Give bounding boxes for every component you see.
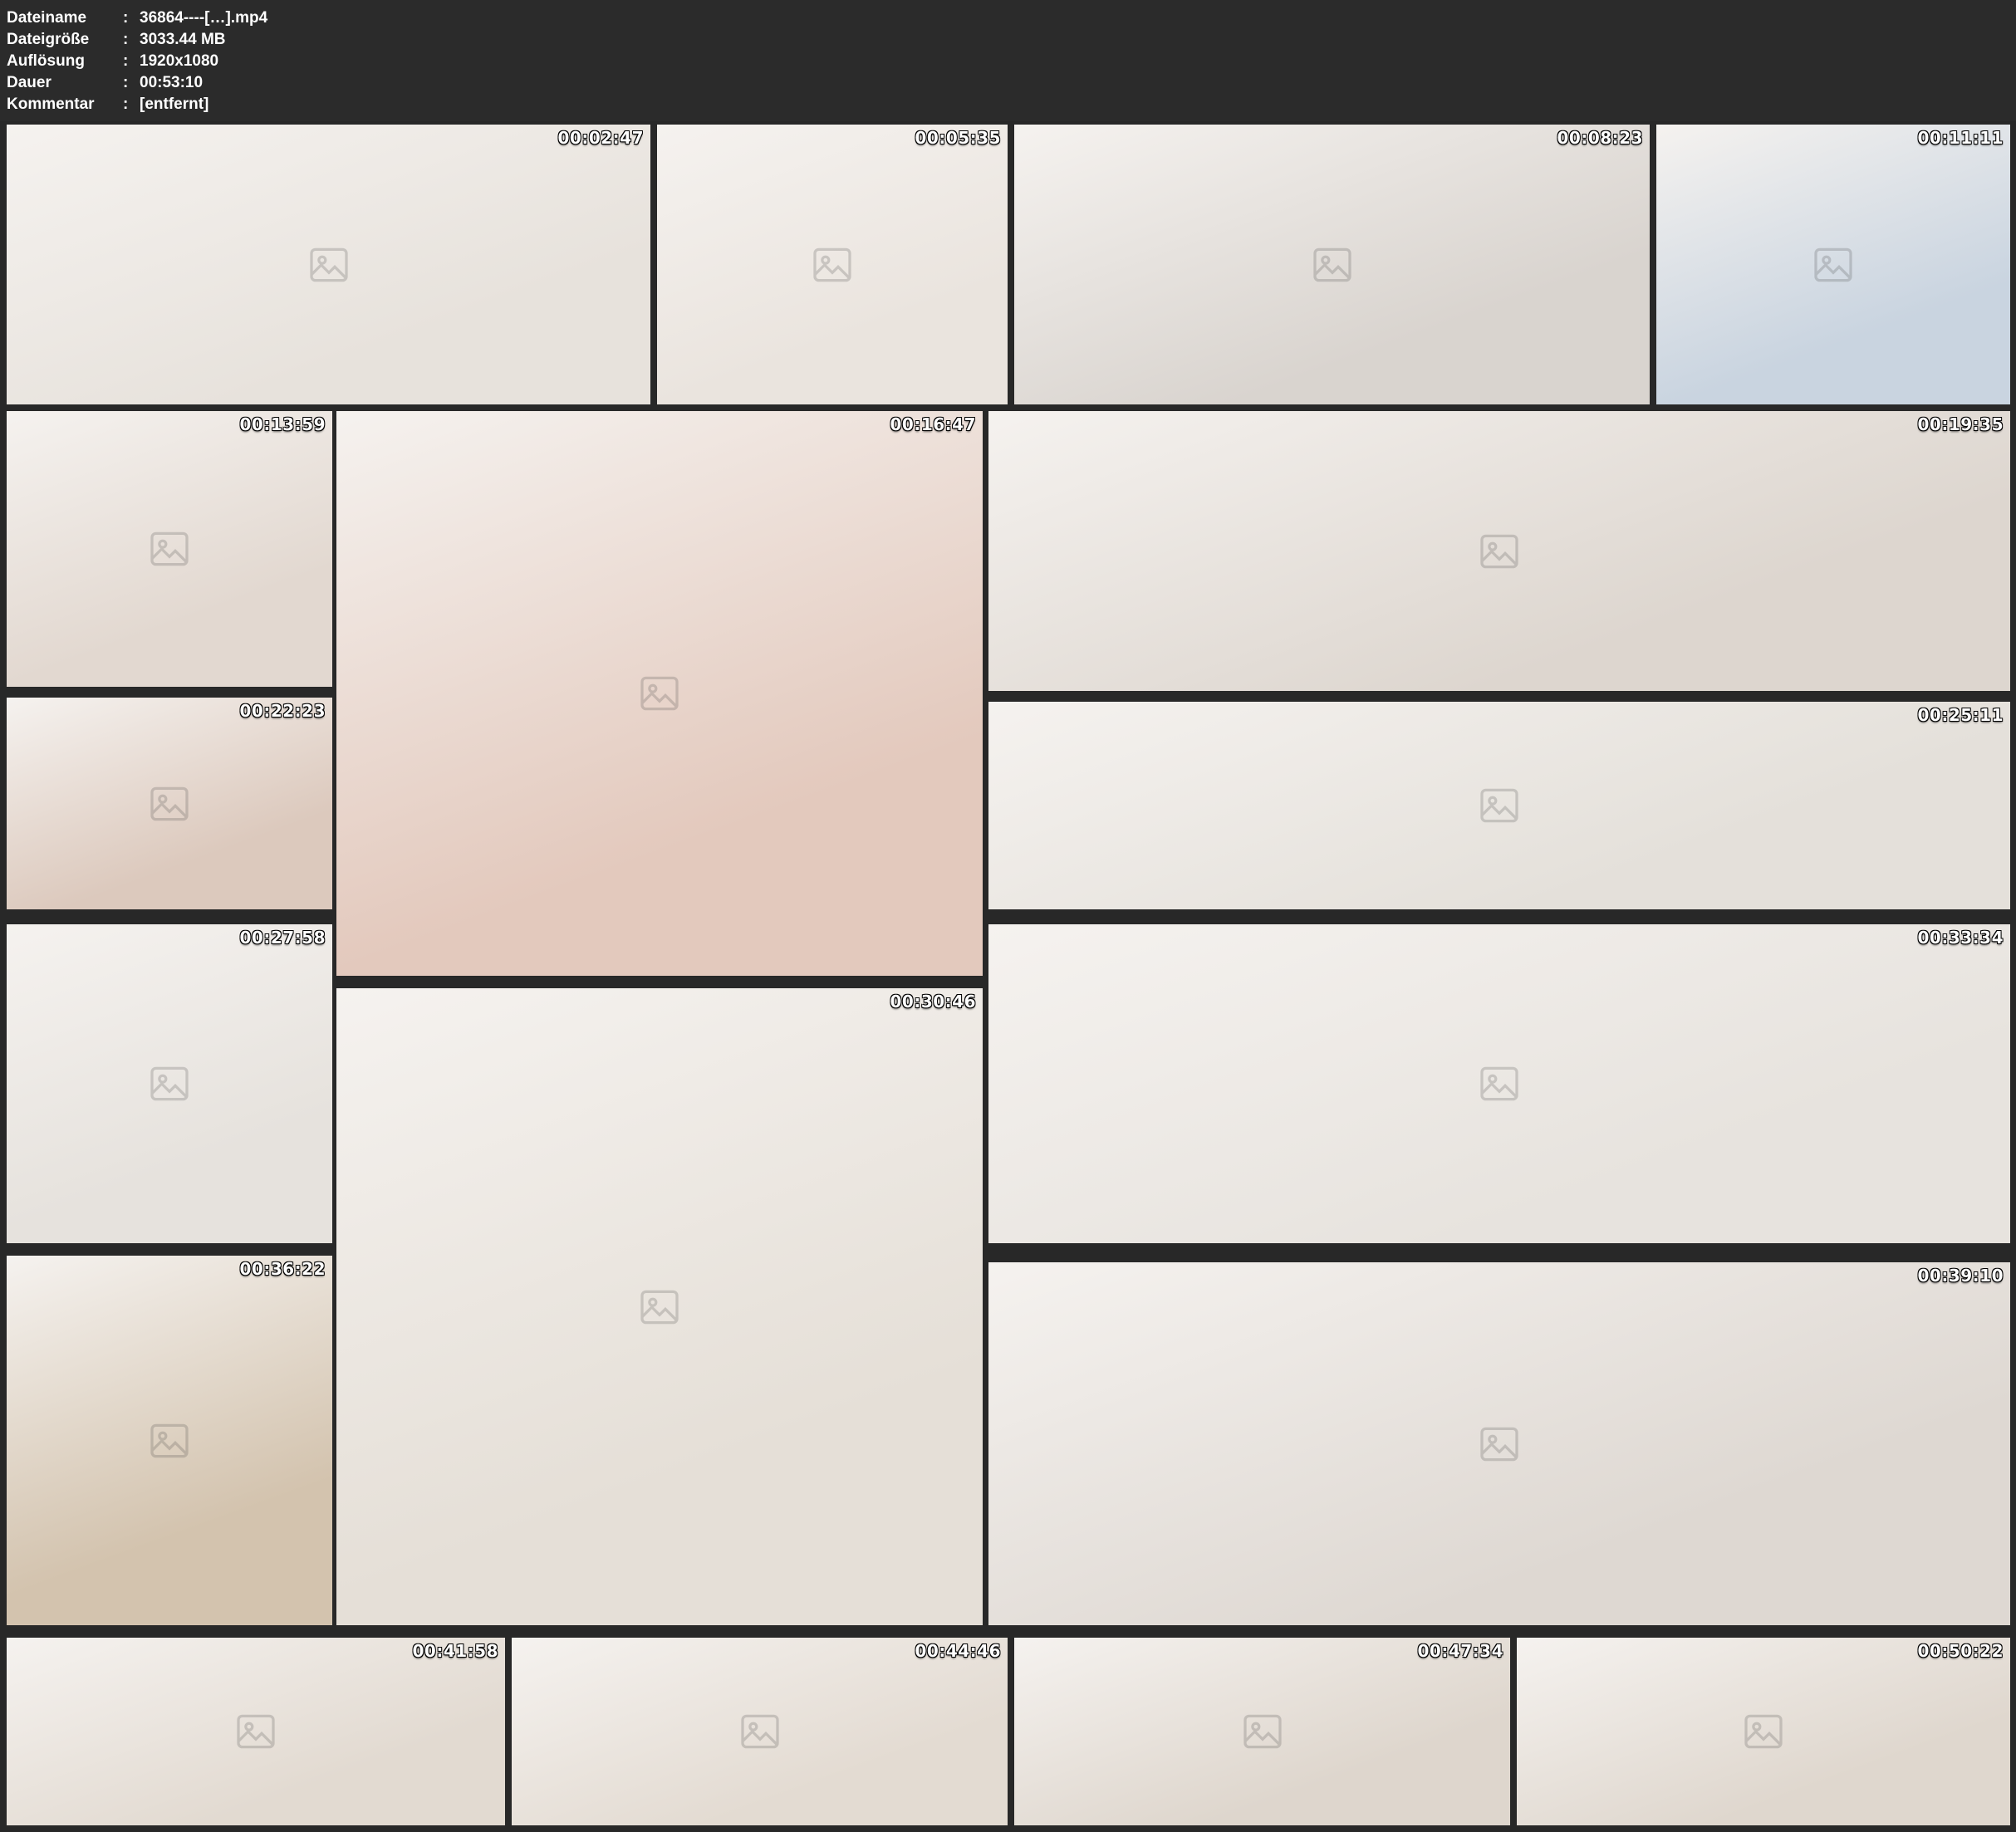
video-thumbnail: 00:30:46 — [336, 988, 983, 1625]
video-thumbnail: 00:02:47 — [7, 125, 650, 404]
image-placeholder-icon — [1517, 1638, 2010, 1825]
video-thumbnail: 00:33:34 — [988, 924, 2010, 1243]
image-placeholder-icon — [7, 1256, 332, 1625]
thumbnail-grid: 00:02:47 00:05:35 00:08:23 00:11:11 00:13:59… — [0, 0, 2016, 1832]
image-placeholder-icon — [7, 1638, 505, 1825]
image-placeholder-icon — [512, 1638, 1008, 1825]
image-placeholder-icon — [1014, 125, 1650, 404]
video-thumbnail: 00:19:35 — [988, 411, 2010, 691]
video-thumbnail: 00:36:22 — [7, 1256, 332, 1625]
video-thumbnail: 00:39:10 — [988, 1262, 2010, 1625]
timestamp-overlay: 00:44:46 — [915, 1641, 1002, 1661]
timestamp-overlay: 00:11:11 — [1918, 128, 2004, 148]
timestamp-overlay: 00:22:23 — [240, 701, 326, 721]
image-placeholder-icon — [336, 988, 983, 1625]
image-placeholder-icon — [7, 125, 650, 404]
timestamp-overlay: 00:13:59 — [240, 414, 326, 434]
image-placeholder-icon — [1656, 125, 2010, 404]
timestamp-overlay: 00:19:35 — [1918, 414, 2004, 434]
timestamp-overlay: 00:25:11 — [1918, 705, 2004, 725]
video-thumbnail: 00:13:59 — [7, 411, 332, 687]
video-thumbnail: 00:50:22 — [1517, 1638, 2010, 1825]
timestamp-overlay: 00:39:10 — [1918, 1266, 2004, 1286]
video-thumbnail: 00:44:46 — [512, 1638, 1008, 1825]
video-thumbnail: 00:16:47 — [336, 411, 983, 976]
image-placeholder-icon — [657, 125, 1008, 404]
image-placeholder-icon — [988, 702, 2010, 909]
image-placeholder-icon — [988, 411, 2010, 691]
timestamp-overlay: 00:08:23 — [1557, 128, 1644, 148]
video-thumbnail: 00:22:23 — [7, 698, 332, 909]
timestamp-overlay: 00:47:34 — [1418, 1641, 1504, 1661]
video-thumbnail: 00:41:58 — [7, 1638, 505, 1825]
video-thumbnail: 00:25:11 — [988, 702, 2010, 909]
video-thumbnail: 00:11:11 — [1656, 125, 2010, 404]
image-placeholder-icon — [1014, 1638, 1510, 1825]
image-placeholder-icon — [336, 411, 983, 976]
timestamp-overlay: 00:16:47 — [890, 414, 977, 434]
image-placeholder-icon — [988, 1262, 2010, 1625]
timestamp-overlay: 00:27:58 — [240, 928, 326, 948]
timestamp-overlay: 00:33:34 — [1918, 928, 2004, 948]
timestamp-overlay: 00:30:46 — [890, 992, 977, 1012]
video-thumbnail: 00:05:35 — [657, 125, 1008, 404]
timestamp-overlay: 00:50:22 — [1918, 1641, 2004, 1661]
timestamp-overlay: 00:41:58 — [413, 1641, 499, 1661]
timestamp-overlay: 00:05:35 — [915, 128, 1002, 148]
timestamp-overlay: 00:36:22 — [240, 1259, 326, 1279]
video-thumbnail: 00:08:23 — [1014, 125, 1650, 404]
image-placeholder-icon — [988, 924, 2010, 1243]
image-placeholder-icon — [7, 924, 332, 1243]
timestamp-overlay: 00:02:47 — [558, 128, 645, 148]
image-placeholder-icon — [7, 411, 332, 687]
image-placeholder-icon — [7, 698, 332, 909]
video-thumbnail: 00:27:58 — [7, 924, 332, 1243]
video-thumbnail: 00:47:34 — [1014, 1638, 1510, 1825]
